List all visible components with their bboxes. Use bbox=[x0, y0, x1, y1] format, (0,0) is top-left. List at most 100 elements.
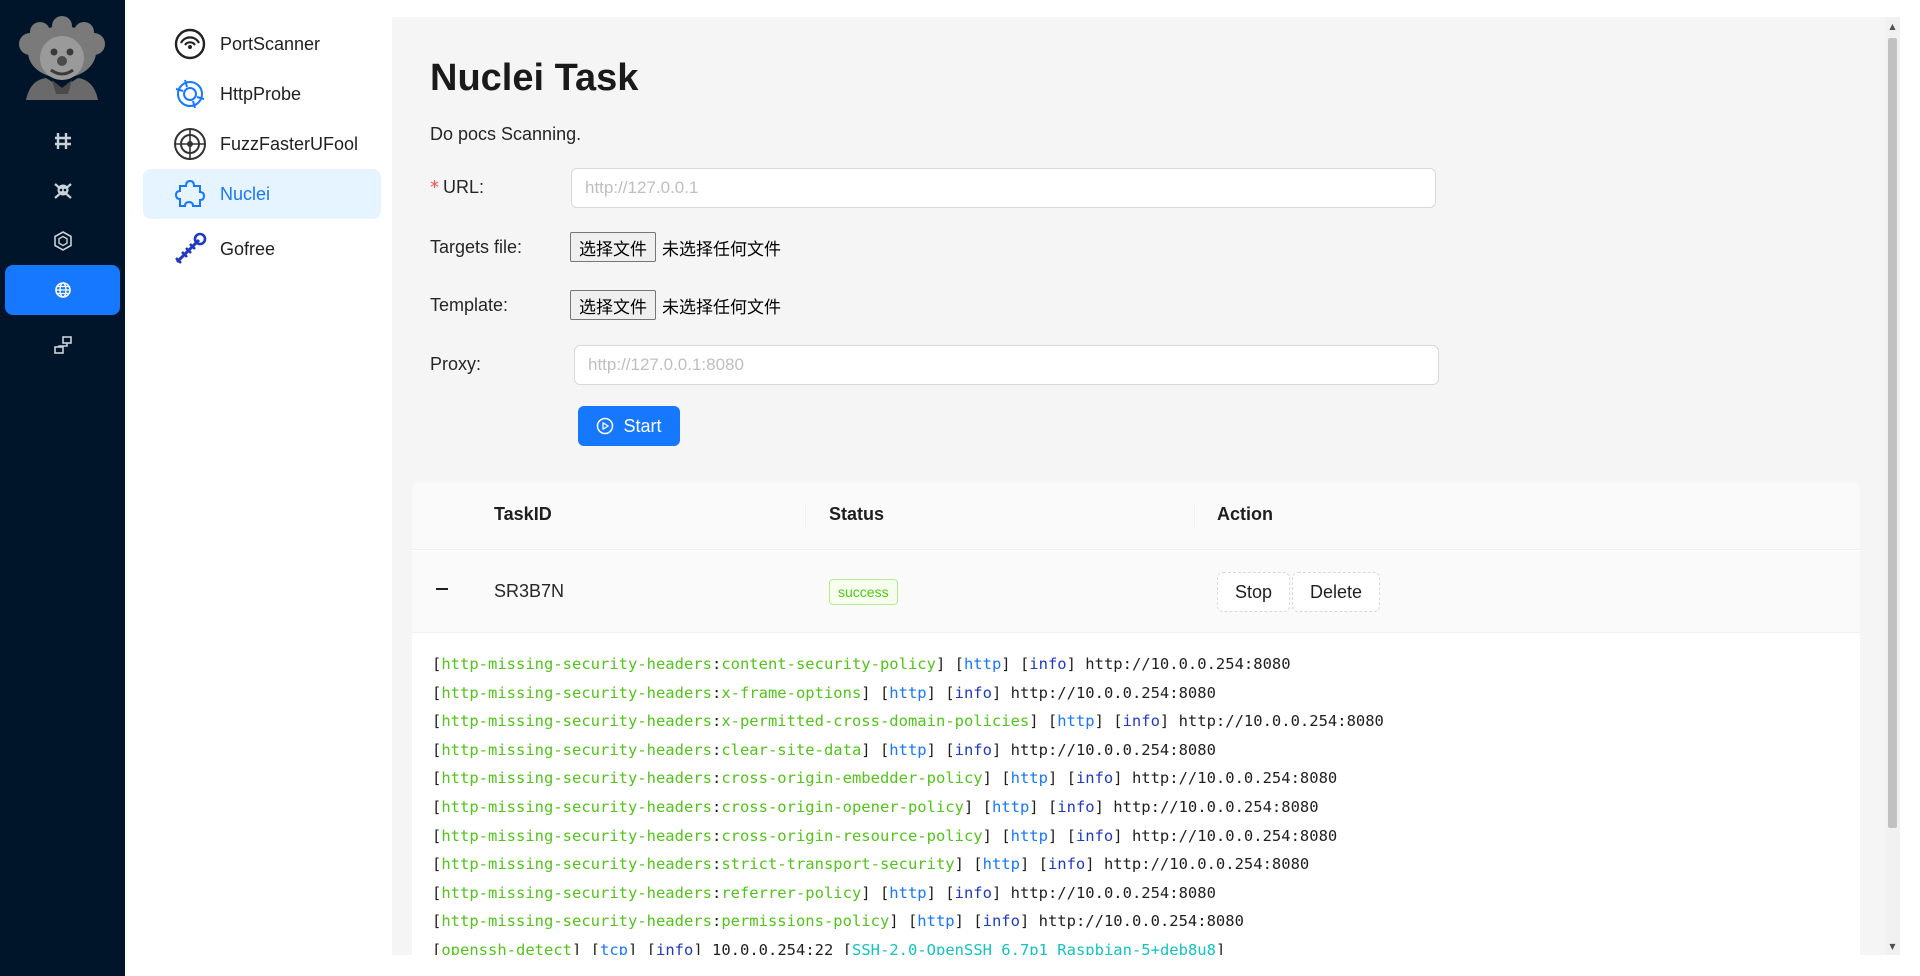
output-severity: info bbox=[1029, 655, 1067, 673]
table-header: TaskID Status Action bbox=[412, 482, 1860, 550]
menu-item-portscanner[interactable]: PortScanner bbox=[143, 19, 381, 69]
start-button[interactable]: Start bbox=[578, 406, 680, 446]
column-divider bbox=[1194, 504, 1195, 528]
page-title: Nuclei Task bbox=[430, 57, 639, 99]
template-file-button[interactable]: 选择文件 bbox=[570, 290, 656, 320]
output-target: http://10.0.0.254:8080 bbox=[1178, 712, 1384, 731]
output-template: http-missing-security-headers bbox=[441, 712, 712, 731]
page-description: Do pocs Scanning. bbox=[430, 124, 582, 144]
proxy-input[interactable] bbox=[574, 345, 1439, 385]
output-severity: info bbox=[1122, 712, 1160, 731]
column-divider bbox=[805, 504, 806, 528]
output-matcher: x-permitted-cross-domain-policies bbox=[721, 712, 1030, 731]
main-content: Nuclei Task Do pocs Scanning. *URL: Targ… bbox=[392, 17, 1900, 955]
output-severity: info bbox=[1057, 797, 1095, 816]
output-target: http://10.0.0.254:8080 bbox=[1131, 769, 1338, 788]
output-severity: info bbox=[982, 912, 1020, 931]
play-circle-icon bbox=[597, 417, 614, 435]
rail-item-module[interactable] bbox=[5, 216, 120, 266]
menu-item-label: FuzzFasterUFool bbox=[220, 133, 359, 154]
output-template: http-missing-security-headers bbox=[441, 912, 712, 931]
delete-button[interactable]: Delete bbox=[1292, 572, 1380, 612]
template-file-picker: 选择文件 未选择任何文件 bbox=[570, 290, 781, 320]
output-target: http://10.0.0.254:8080 bbox=[1010, 883, 1216, 902]
targets-file-button[interactable]: 选择文件 bbox=[570, 232, 656, 262]
targets-file-status: 未选择任何文件 bbox=[662, 239, 781, 260]
rail-item-network[interactable] bbox=[5, 320, 120, 370]
skull-crossbones-icon bbox=[53, 183, 72, 199]
targets-file-label: Targets file: bbox=[430, 237, 523, 257]
proxy-label: Proxy: bbox=[430, 354, 482, 374]
table-row: SR3B7N success Stop Delete bbox=[412, 551, 1860, 633]
menu-item-nuclei[interactable]: Nuclei bbox=[143, 169, 381, 219]
url-label: * URL: bbox=[430, 177, 485, 198]
hash-icon bbox=[54, 133, 71, 149]
task-table: TaskID Status Action SR3B7N success Stop… bbox=[412, 482, 1860, 955]
scroll-up-icon[interactable]: ▲ bbox=[1888, 22, 1897, 31]
collapse-row-icon[interactable] bbox=[434, 581, 450, 597]
clown-logo-icon bbox=[16, 14, 108, 100]
task-id-cell: SR3B7N bbox=[494, 581, 565, 601]
column-header-action: Action bbox=[1217, 504, 1273, 524]
hexagon-icon bbox=[53, 231, 72, 251]
output-type: http bbox=[889, 883, 927, 902]
output-line: [http-missing-security-headers:x-permitt… bbox=[432, 712, 1384, 731]
output-type: http bbox=[963, 655, 1002, 673]
output-target: http://10.0.0.254:8080 bbox=[1085, 655, 1291, 673]
output-line: [http-missing-security-headers:x-frame-o… bbox=[432, 683, 1216, 702]
stop-button[interactable]: Stop bbox=[1217, 572, 1290, 612]
output-type: tcp bbox=[600, 940, 628, 955]
menu-item-httpprobe[interactable]: HttpProbe bbox=[143, 69, 381, 119]
required-mark: * bbox=[430, 177, 439, 198]
output-line: [http-missing-security-headers:content-s… bbox=[432, 655, 1291, 673]
output-target: http://10.0.0.254:8080 bbox=[1038, 912, 1244, 931]
menu-item-gofree[interactable]: Gofree bbox=[143, 224, 381, 274]
globe-scan-icon bbox=[54, 282, 71, 298]
output-extra: SSH-2.0-OpenSSH_6.7p1 Raspbian-5+deb8u8 bbox=[852, 940, 1216, 955]
output-template: http-missing-security-headers bbox=[441, 683, 712, 702]
primary-sidebar bbox=[0, 0, 125, 976]
output-type: http bbox=[1010, 826, 1048, 845]
output-type: http bbox=[889, 683, 927, 702]
rail-item-scanner[interactable] bbox=[5, 265, 120, 315]
start-button-label: Start bbox=[623, 415, 662, 436]
output-template: http-missing-security-headers bbox=[441, 797, 712, 816]
menu-item-label: Gofree bbox=[220, 238, 276, 259]
scrollbar-thumb[interactable] bbox=[1888, 38, 1897, 828]
output-type: http bbox=[982, 855, 1020, 874]
scan-output: [http-missing-security-headers:content-s… bbox=[432, 650, 1842, 955]
target-icon bbox=[173, 127, 207, 161]
output-template: http-missing-security-headers bbox=[441, 855, 712, 874]
output-matcher: cross-origin-embedder-policy bbox=[721, 769, 983, 788]
menu-item-label: PortScanner bbox=[220, 33, 321, 54]
targets-file-picker: 选择文件 未选择任何文件 bbox=[570, 232, 781, 262]
output-line: [openssh-detect] [tcp] [info] 10.0.0.254… bbox=[432, 936, 1842, 955]
scroll-down-icon[interactable]: ▼ bbox=[1888, 942, 1897, 951]
probe-icon bbox=[173, 77, 207, 111]
menu-item-fuzzfasterufool[interactable]: FuzzFasterUFool bbox=[143, 119, 381, 169]
url-input[interactable] bbox=[571, 168, 1436, 208]
output-matcher: permissions-policy bbox=[721, 912, 890, 931]
fishbone-icon bbox=[173, 232, 207, 266]
output-severity: info bbox=[954, 740, 992, 759]
output-target: http://10.0.0.254:8080 bbox=[1131, 826, 1338, 845]
output-type: http bbox=[1010, 769, 1048, 788]
menu-item-label: HttpProbe bbox=[220, 83, 302, 104]
template-file-status: 未选择任何文件 bbox=[662, 297, 781, 318]
column-header-status: Status bbox=[829, 504, 885, 524]
output-target: http://10.0.0.254:8080 bbox=[1010, 740, 1216, 759]
menu-item-label: Nuclei bbox=[220, 183, 271, 204]
output-template: http-missing-security-headers bbox=[441, 826, 712, 845]
output-severity: info bbox=[1075, 826, 1114, 845]
output-matcher: referrer-policy bbox=[721, 883, 862, 902]
output-line: [http-missing-security-headers:referrer-… bbox=[432, 883, 1216, 902]
output-line: [http-missing-security-headers:permissio… bbox=[432, 912, 1244, 931]
rail-item-hash-tool[interactable] bbox=[5, 116, 120, 166]
output-template: http-missing-security-headers bbox=[441, 769, 712, 788]
template-label: Template: bbox=[430, 295, 509, 315]
tool-menu: PortScanner HttpProbe FuzzFasterUFool Nu… bbox=[143, 17, 392, 955]
network-icon bbox=[53, 336, 72, 354]
output-type: http bbox=[889, 740, 927, 759]
output-severity: info bbox=[1075, 769, 1114, 788]
rail-item-exploit[interactable] bbox=[5, 166, 120, 216]
